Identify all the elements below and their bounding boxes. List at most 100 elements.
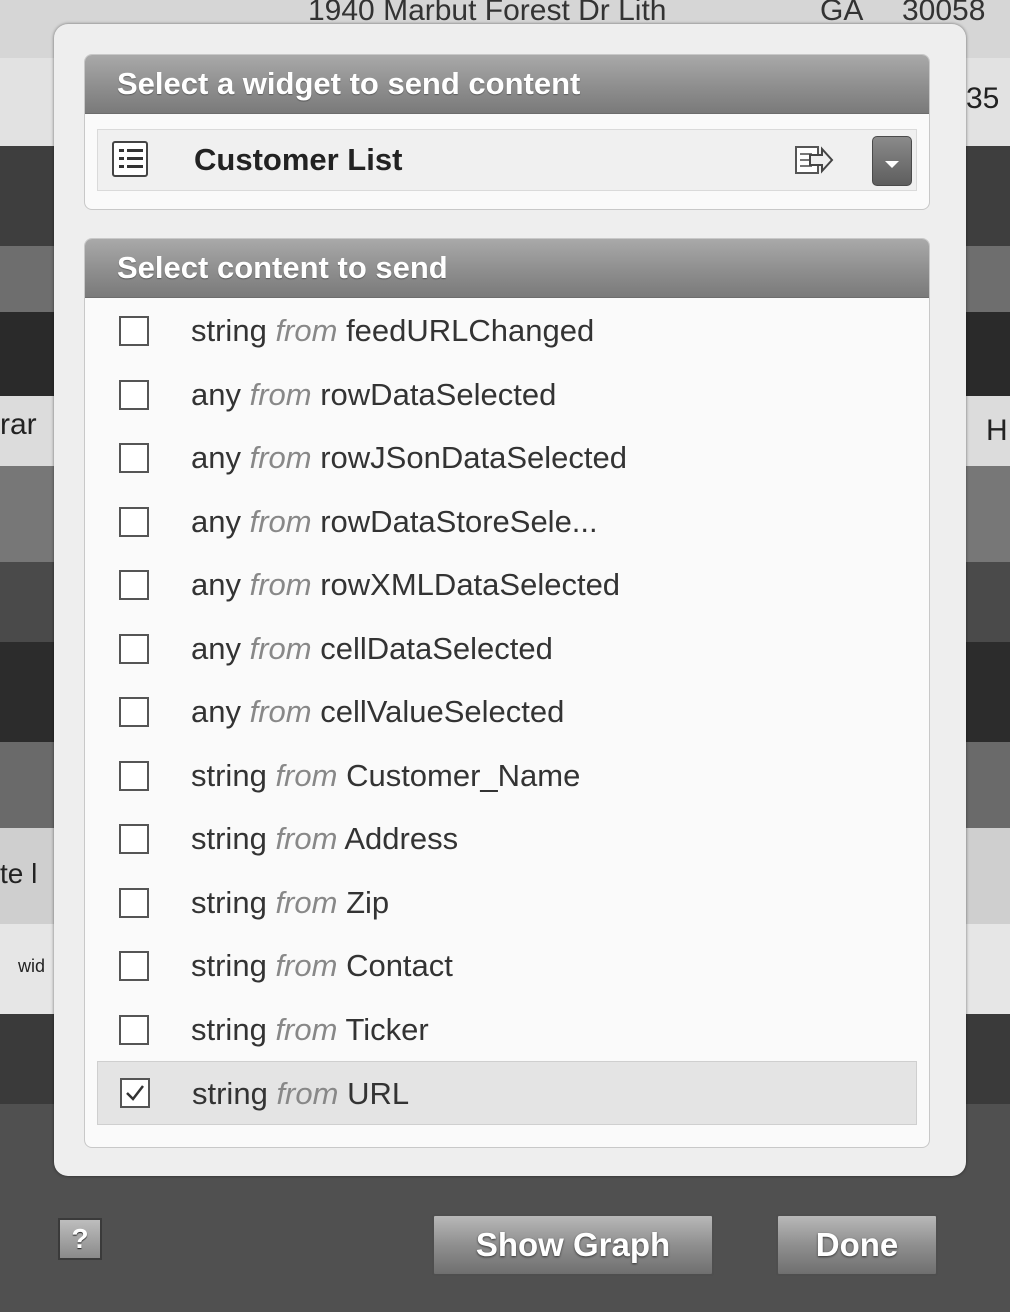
content-select-panel: Select content to send string from feedU… [84,238,930,1148]
selected-widget-name: Customer List [194,142,403,177]
content-option-label: string from Contact [191,934,453,997]
popup-pointer [802,30,846,50]
checkbox[interactable] [119,760,149,791]
checkbox[interactable] [119,887,149,918]
content-type: string [192,1076,268,1111]
content-option[interactable]: string from Customer_Name [85,744,929,808]
background-fragment: wid [18,956,46,976]
chevron-down-icon [885,161,899,168]
from-word: from [275,884,338,920]
from-word: from [249,694,312,729]
send-arrow-icon[interactable] [794,144,834,176]
from-word: from [276,1076,339,1111]
content-panel-title: Select content to send [85,239,929,298]
content-type: string [191,313,267,348]
content-option-label: string from Address [191,807,458,870]
content-type: any [191,376,241,412]
content-source: cellValueSelected [320,694,565,729]
content-source: Ticker [345,1011,429,1047]
content-source: rowDataSelected [320,376,557,412]
content-type: any [191,503,241,539]
from-word: from [275,948,338,983]
content-option[interactable]: string from Zip [85,871,929,935]
content-option-label: any from cellValueSelected [191,680,564,743]
from-word: from [249,440,312,475]
content-option[interactable]: any from rowXMLDataSelected [85,553,929,617]
content-option[interactable]: string from Address [85,807,929,871]
widget-selector[interactable]: Customer List [97,129,917,191]
checkmark-icon [126,1085,144,1101]
content-type: string [191,1011,267,1047]
checkbox-checked[interactable] [120,1078,150,1108]
content-source: rowDataStoreSele... [320,503,598,539]
content-option-label: string from Zip [191,871,389,934]
checkbox[interactable] [119,697,149,727]
from-word: from [275,1011,338,1047]
content-option[interactable]: any from rowDataSelected [85,363,929,427]
content-type: any [191,567,241,602]
content-source: rowXMLDataSelected [320,567,621,602]
content-option[interactable]: any from rowDataStoreSele... [85,490,929,554]
content-option-label: string from URL [192,1062,409,1125]
content-option-label: any from rowDataSelected [191,363,556,426]
background-fragment: rar [0,408,37,441]
content-option[interactable]: any from rowJSonDataSelected [85,426,929,490]
send-content-popup: Select a widget to send content Customer… [54,24,966,1176]
content-type: string [191,821,267,856]
background-fragment: H [986,414,1008,447]
content-option[interactable]: any from cellDataSelected [85,617,929,681]
content-type: any [191,694,241,729]
from-word: from [249,503,312,539]
content-source: Contact [346,948,453,983]
content-type: string [191,948,267,983]
checkbox[interactable] [119,633,149,664]
help-button[interactable]: ? [58,1218,102,1260]
content-source: cellDataSelected [320,630,553,666]
content-option-label: any from rowJSonDataSelected [191,426,627,489]
content-source: Customer_Name [346,757,581,793]
content-option-label: any from rowDataStoreSele... [191,490,598,553]
content-list: string from feedURLChanged any from rowDa… [85,299,929,1125]
content-source: Address [344,821,459,856]
show-graph-button[interactable]: Show Graph [432,1214,714,1276]
content-type: any [191,440,241,475]
content-option-label: string from Customer_Name [191,744,580,807]
content-option-label: any from rowXMLDataSelected [191,553,620,616]
done-button[interactable]: Done [776,1214,938,1276]
content-option[interactable]: string from Ticker [85,998,929,1062]
background-fragment: te l [0,858,38,889]
checkbox[interactable] [119,379,149,410]
checkbox[interactable] [119,506,149,537]
content-option-label: string from feedURLChanged [191,299,594,362]
from-word: from [249,630,312,666]
checkbox[interactable] [119,951,149,981]
from-word: from [275,313,338,348]
content-type: string [191,757,267,793]
content-option[interactable]: string from feedURLChanged [85,299,929,363]
from-word: from [275,821,338,856]
content-option[interactable]: string from URL [97,1061,917,1125]
checkbox[interactable] [119,316,149,346]
background-fragment: 35 [966,82,1000,115]
content-source: Zip [346,884,390,920]
content-source: feedURLChanged [346,313,595,348]
content-option-label: string from Ticker [191,998,429,1061]
from-word: from [275,757,338,793]
widget-select-panel: Select a widget to send content Customer… [84,54,930,210]
content-type: string [191,884,267,920]
from-word: from [249,376,312,412]
from-word: from [249,567,312,602]
content-type: any [191,630,241,666]
checkbox[interactable] [119,570,149,600]
content-source: URL [347,1076,410,1111]
checkbox[interactable] [119,443,149,473]
content-option[interactable]: string from Contact [85,934,929,998]
checkbox[interactable] [119,1014,149,1045]
widget-panel-title: Select a widget to send content [85,55,929,114]
content-option-label: any from cellDataSelected [191,617,553,680]
checkbox[interactable] [119,824,149,854]
list-icon [112,141,148,177]
content-source: rowJSonDataSelected [320,440,627,475]
content-option[interactable]: any from cellValueSelected [85,680,929,744]
widget-dropdown-button[interactable] [872,136,912,186]
